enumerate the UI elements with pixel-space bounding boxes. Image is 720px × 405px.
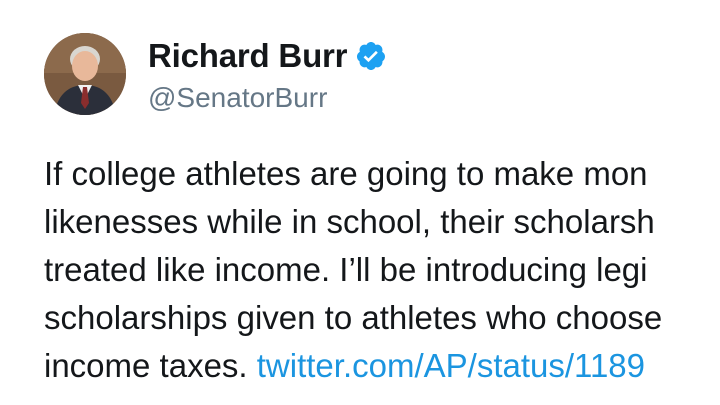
tweet-link[interactable]: twitter.com/AP/status/1189	[257, 347, 645, 384]
tweet-text: If college athletes are going to make mo…	[44, 150, 720, 390]
profile-photo-icon	[44, 33, 126, 115]
tweet-text-line-last: income taxes. twitter.com/AP/status/1189	[44, 342, 720, 390]
tweet-text-segment: income taxes.	[44, 347, 257, 384]
tweet-text-line: treated like income. I’ll be introducing…	[44, 251, 648, 288]
tweet-card: Richard Burr @SenatorBurr If college ath…	[0, 0, 720, 405]
avatar[interactable]	[44, 33, 126, 115]
author-handle[interactable]: @SenatorBurr	[148, 82, 327, 114]
tweet-text-line: scholarships given to athletes who choos…	[44, 299, 663, 336]
tweet-text-line: likenesses while in school, their schola…	[44, 203, 655, 240]
display-name[interactable]: Richard Burr	[148, 37, 348, 75]
author-name-row[interactable]: Richard Burr	[148, 34, 387, 78]
tweet-text-line: If college athletes are going to make mo…	[44, 155, 648, 192]
verified-badge-icon	[355, 40, 387, 72]
